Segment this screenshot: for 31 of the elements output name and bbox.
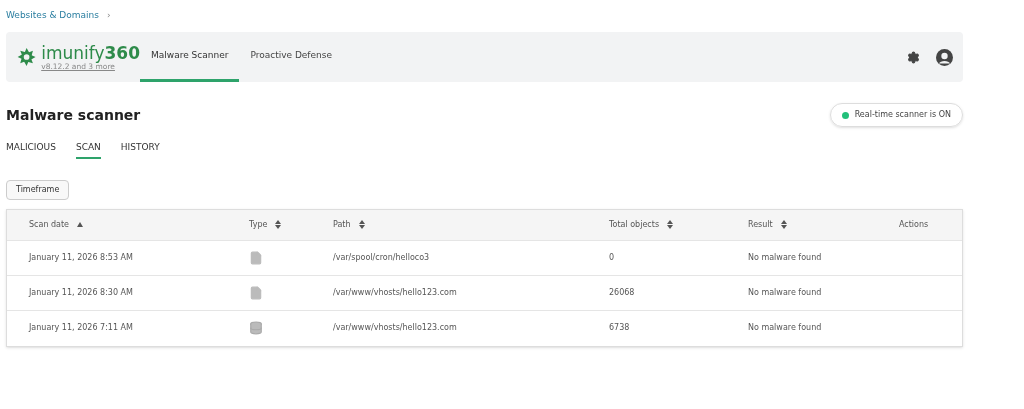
nav-tab[interactable]: Proactive Defense (239, 32, 343, 82)
logo-wordmark: imunify360 (41, 43, 140, 62)
table-cell-text: January 11, 2026 8:30 AM (27, 286, 134, 299)
section-tab[interactable]: HISTORY (120, 141, 160, 159)
column-header[interactable]: Type (249, 218, 268, 231)
column-header[interactable]: Actions (899, 218, 929, 231)
table-cell-text: No malware found (747, 322, 823, 334)
table-cell-text: No malware found (747, 286, 823, 299)
table-cell-text: 6738 (608, 322, 631, 334)
table-cell-text: January 11, 2026 8:53 AM (27, 251, 134, 264)
column-header[interactable]: Result (748, 218, 773, 231)
column-header[interactable]: Path (333, 218, 351, 231)
table-cell-text: January 11, 2026 7:11 AM (27, 322, 134, 334)
section-tab[interactable]: MALICIOUS (6, 141, 56, 159)
section-tab[interactable]: SCAN (75, 141, 101, 159)
column-header[interactable]: Total objects (609, 218, 660, 231)
breadcrumb-link[interactable]: Websites & Domains (6, 9, 99, 23)
table-cell-text: /var/www/vhosts/hello123.com (332, 286, 458, 299)
breadcrumb-separator: › (106, 9, 111, 23)
table-cell-text: /var/www/vhosts/hello123.com (332, 322, 458, 334)
table-cell-text: No malware found (747, 251, 823, 264)
status-label: Real-time scanner is ON (854, 109, 951, 121)
page-title: Malware scanner (6, 105, 141, 125)
table-cell-text: 26068 (608, 286, 636, 299)
user-avatar-icon[interactable] (936, 48, 953, 66)
nav-tab[interactable]: Malware Scanner (140, 32, 240, 82)
column-header[interactable]: Scan date (29, 218, 70, 231)
settings-icon[interactable] (907, 50, 920, 64)
timeframe-button[interactable]: Timeframe (6, 179, 70, 200)
table-cell-text: /var/spool/cron/helloco3 (332, 251, 431, 264)
table-cell-text: 0 (608, 251, 616, 264)
